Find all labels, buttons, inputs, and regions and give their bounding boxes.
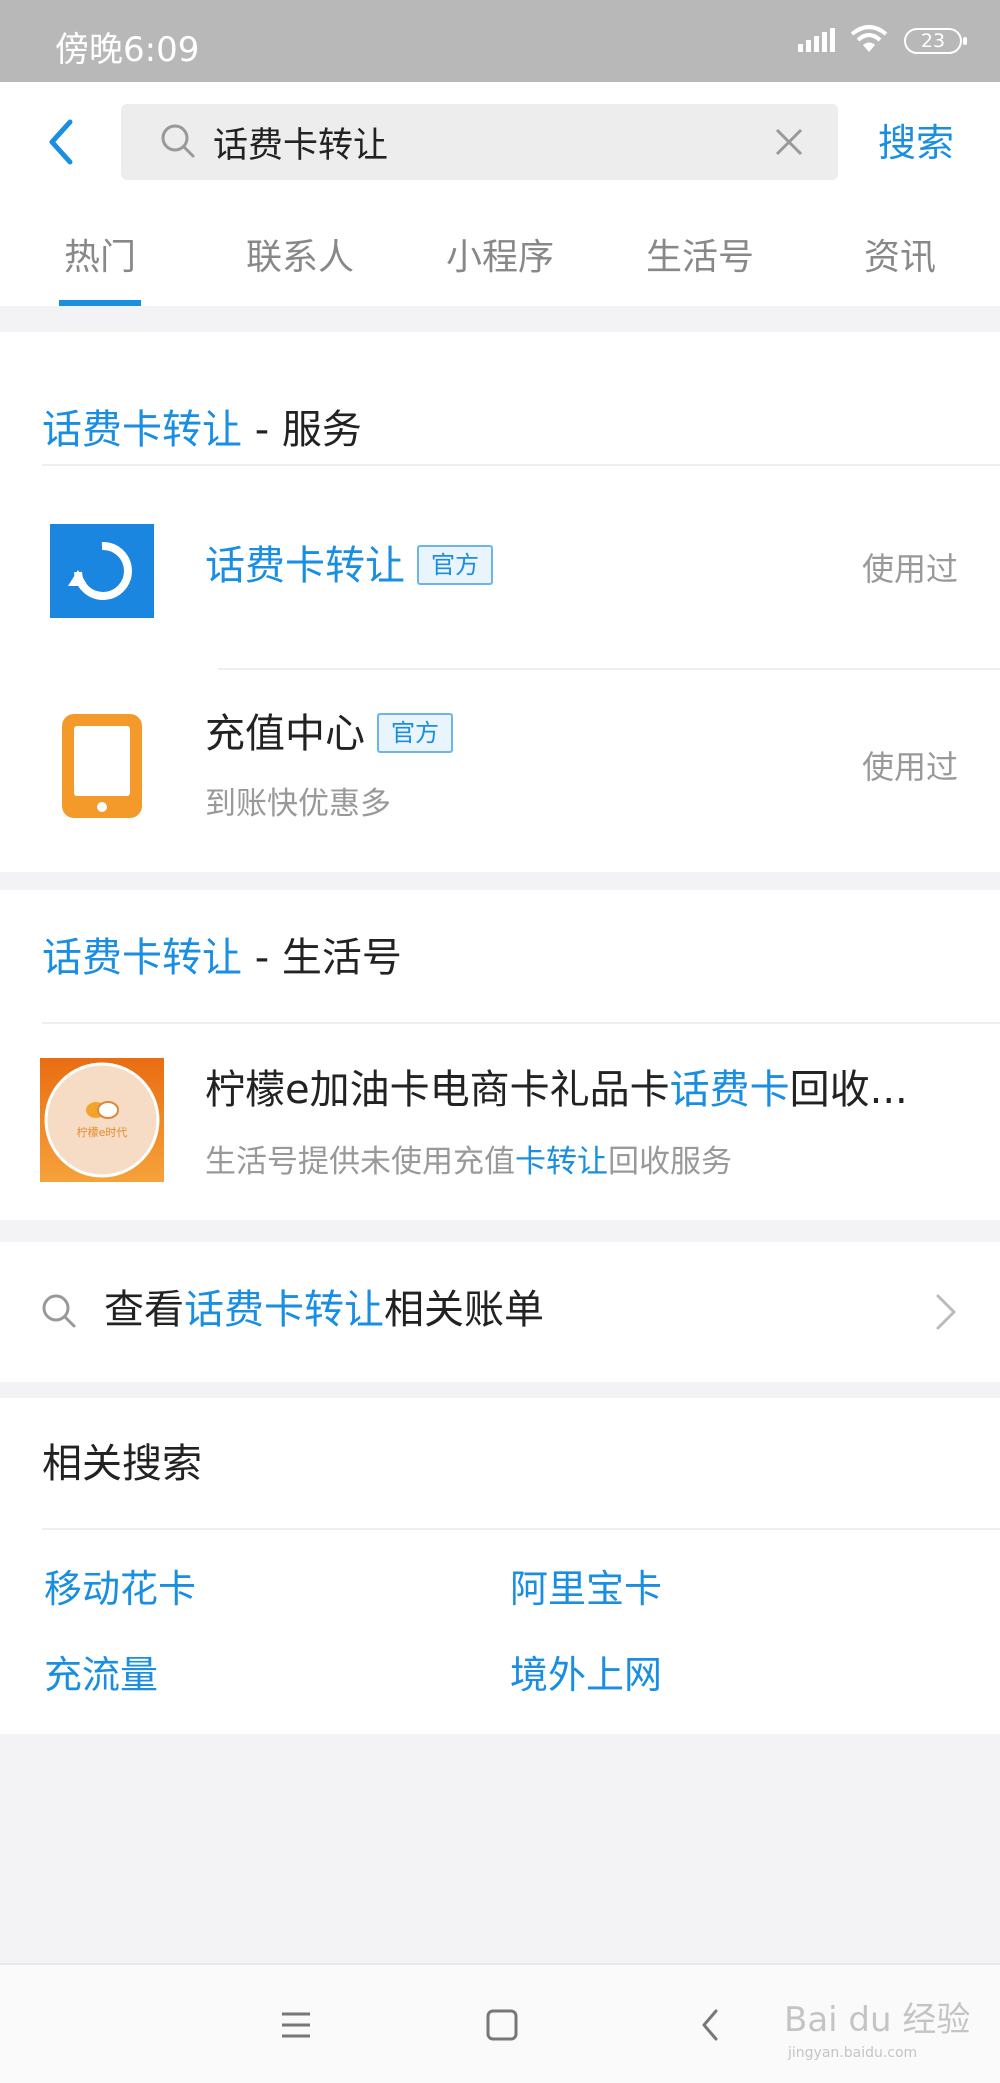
tab-news[interactable]: 资讯: [840, 222, 960, 306]
tab-hot[interactable]: 热门: [40, 222, 160, 306]
heading-suffix: - 生活号: [242, 935, 402, 981]
search-icon: [42, 1294, 76, 1328]
phone-icon: [62, 714, 142, 818]
back-arrow-icon: [702, 2009, 718, 2041]
system-nav-bar: Bai du 经验 jingyan.baidu.com: [0, 1963, 1000, 2083]
home-button[interactable]: [442, 1965, 562, 2083]
tab-label: 联系人: [245, 237, 354, 278]
search-icon: [161, 124, 195, 158]
heading-suffix: - 服务: [242, 407, 362, 453]
heading-keyword: 话费卡转让: [42, 935, 242, 981]
service-title: 话费卡转让 官方: [205, 538, 493, 594]
official-badge: 官方: [417, 545, 493, 585]
avatar-logo-text: 柠檬e时代: [77, 1125, 128, 1139]
search-button[interactable]: 搜索: [878, 112, 954, 167]
life-account-item[interactable]: 柠檬e时代 柠檬e加油卡电商卡礼品卡话费卡回收... 生活号提供未使用充值卡转让…: [0, 1024, 1000, 1220]
tab-bar: 热门 联系人 小程序 生活号 资讯: [0, 222, 1000, 306]
used-label: 使用过: [861, 550, 958, 588]
search-input[interactable]: [213, 112, 773, 172]
menu-icon: [282, 2012, 310, 2038]
bill-search-row[interactable]: 查看话费卡转让相关账单: [0, 1242, 1000, 1382]
avatar: 柠檬e时代: [40, 1058, 164, 1182]
bill-highlight: 话费卡转让: [184, 1287, 384, 1333]
service-subtitle: 到账快优惠多: [205, 786, 391, 822]
heading-keyword: 话费卡转让: [42, 407, 242, 453]
desc-text-end: 回收服务: [608, 1144, 732, 1180]
related-link-alibao-card[interactable]: 阿里宝卡: [510, 1558, 662, 1613]
chevron-right-icon: [936, 1294, 956, 1330]
home-icon: [486, 2009, 518, 2041]
refresh-icon: [50, 524, 154, 618]
title-text: 柠檬e加油卡电商卡礼品卡: [205, 1067, 670, 1113]
bill-text-end: 相关账单: [384, 1287, 544, 1333]
wifi-icon: [850, 25, 888, 52]
tab-contacts[interactable]: 联系人: [230, 222, 370, 306]
watermark-url: jingyan.baidu.com: [787, 2045, 917, 2061]
service-item-card-transfer[interactable]: 话费卡转让 官方 使用过: [0, 466, 1000, 666]
signal-icon: [798, 28, 835, 52]
nav-back-button[interactable]: [652, 1965, 772, 2083]
menu-button[interactable]: [236, 1965, 356, 2083]
search-box: [121, 104, 838, 180]
bill-text: 查看: [104, 1287, 184, 1333]
title-highlight: 话费卡: [669, 1067, 790, 1113]
status-bar: 傍晚6:09 23: [0, 0, 1000, 82]
service-name: 话费卡转让: [205, 543, 405, 589]
service-name: 充值中心: [205, 711, 365, 757]
used-label: 使用过: [861, 748, 958, 786]
service-item-recharge-center[interactable]: 充值中心 官方 到账快优惠多 使用过: [0, 670, 1000, 872]
baidu-logo: Bai du 经验 jingyan.baidu.com: [784, 2000, 970, 2061]
desc-text: 生活号提供未使用充值: [205, 1144, 515, 1180]
services-heading: 话费卡转让 - 服务: [42, 400, 362, 460]
tab-label: 热门: [63, 237, 136, 278]
tab-active-indicator: [59, 300, 141, 306]
clear-icon[interactable]: [771, 124, 807, 160]
life-account-title: 柠檬e加油卡电商卡礼品卡话费卡回收...: [205, 1062, 908, 1118]
bill-search-text: 查看话费卡转让相关账单: [104, 1282, 544, 1338]
related-search-heading: 相关搜索: [42, 1441, 202, 1487]
services-section: 话费卡转让 - 服务 话费卡转让 官方 使用过 充值中心 官方 到账快优惠多 使用过: [0, 332, 1000, 872]
tab-life-accounts[interactable]: 生活号: [630, 222, 770, 306]
chevron-left-icon: [49, 119, 73, 165]
divider: [42, 1528, 1000, 1530]
watermark-brand: Bai du 经验: [784, 2000, 970, 2040]
related-link-roaming[interactable]: 境外上网: [510, 1644, 662, 1699]
related-search-section: 相关搜索 移动花卡 阿里宝卡 充流量 境外上网: [0, 1398, 1000, 1734]
tab-label: 资讯: [863, 237, 936, 278]
life-account-section: 话费卡转让 - 生活号 柠檬e时代 柠檬e加油卡电商卡礼品卡话费卡回收... 生…: [0, 890, 1000, 1220]
life-account-heading: 话费卡转让 - 生活号: [42, 928, 402, 988]
status-time: 傍晚6:09: [55, 30, 200, 70]
life-account-desc: 生活号提供未使用充值卡转让回收服务: [205, 1136, 732, 1181]
desc-highlight: 卡转让: [515, 1144, 608, 1180]
tab-label: 生活号: [645, 237, 754, 278]
back-button[interactable]: [40, 112, 84, 172]
title-text-end: 回收...: [789, 1067, 908, 1113]
search-header: 搜索 热门 联系人 小程序 生活号 资讯: [0, 82, 1000, 306]
related-link-mobile-card[interactable]: 移动花卡: [44, 1558, 196, 1613]
related-link-data-recharge[interactable]: 充流量: [44, 1644, 158, 1699]
battery-icon: 23: [904, 28, 967, 54]
official-badge: 官方: [377, 713, 453, 753]
tab-label: 小程序: [445, 237, 554, 278]
service-title: 充值中心 官方: [205, 706, 453, 762]
tab-mini-programs[interactable]: 小程序: [430, 222, 570, 306]
baidu-watermark: Bai du 经验 jingyan.baidu.com: [780, 1989, 970, 2069]
